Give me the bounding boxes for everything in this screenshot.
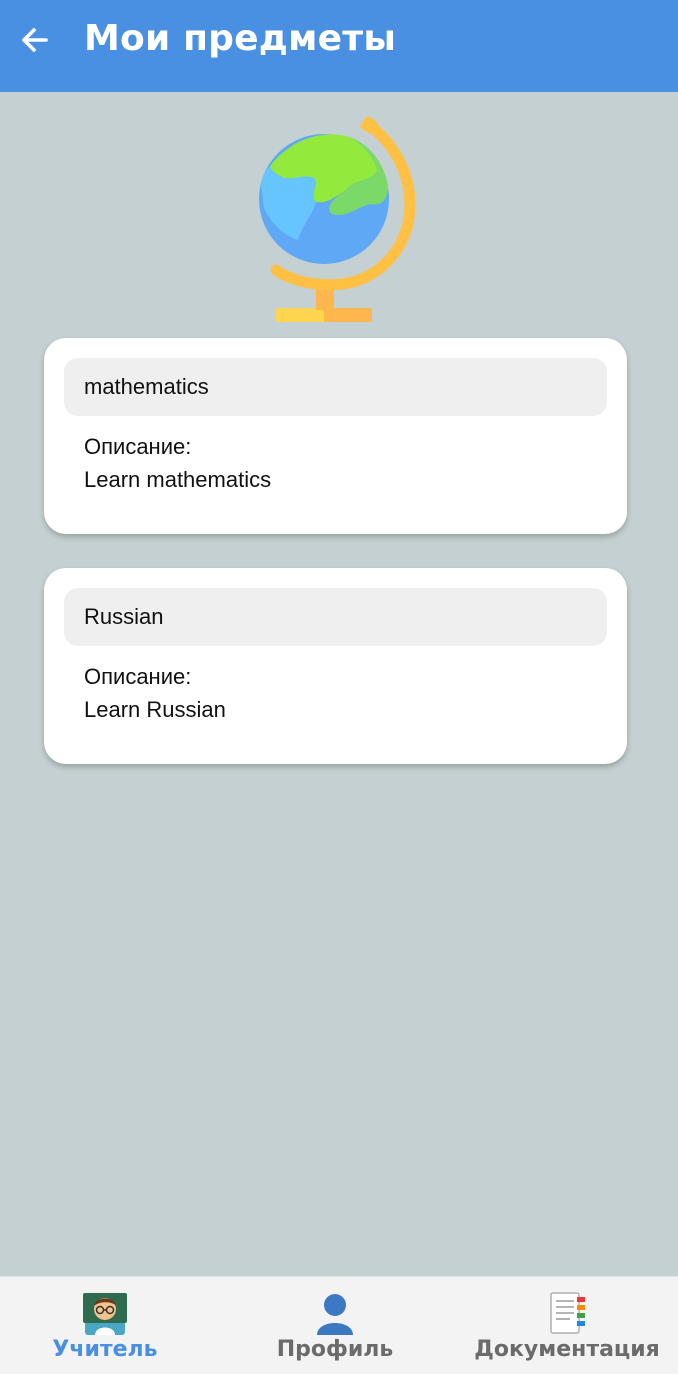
nav-label: Документация xyxy=(474,1337,660,1362)
app-bar: Мои предметы xyxy=(0,0,678,92)
subject-title: Russian xyxy=(64,588,607,646)
subject-description-block: Описание: Learn Russian xyxy=(84,660,226,726)
bottom-navigation: Учитель Профиль Документация xyxy=(0,1276,678,1374)
description-text: Learn Russian xyxy=(84,697,226,722)
nav-label: Профиль xyxy=(276,1337,394,1362)
description-label: Описание: xyxy=(84,664,192,689)
arrow-left-icon xyxy=(22,28,48,52)
profile-icon xyxy=(311,1291,359,1335)
documentation-icon xyxy=(543,1291,591,1335)
subject-card[interactable]: Russian Описание: Learn Russian xyxy=(44,568,627,764)
teacher-icon xyxy=(81,1291,129,1335)
page-title: Мои предметы xyxy=(84,18,397,59)
nav-item-teacher[interactable]: Учитель xyxy=(40,1277,170,1374)
nav-label: Учитель xyxy=(52,1337,158,1362)
subject-description-block: Описание: Learn mathematics xyxy=(84,430,271,496)
description-text: Learn mathematics xyxy=(84,467,272,492)
nav-item-profile[interactable]: Профиль xyxy=(270,1277,400,1374)
back-button[interactable] xyxy=(14,20,54,60)
subject-card[interactable]: mathematics Описание: Learn mathematics xyxy=(44,338,627,534)
subject-title: mathematics xyxy=(64,358,607,416)
nav-item-documentation[interactable]: Документация xyxy=(474,1277,660,1374)
description-label: Описание: xyxy=(84,434,192,459)
globe-icon xyxy=(250,116,420,326)
